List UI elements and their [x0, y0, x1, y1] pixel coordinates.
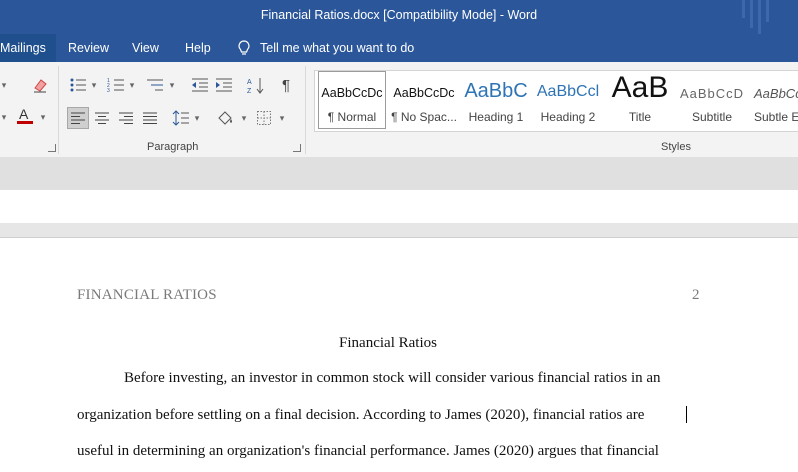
font-color-icon[interactable]: A [15, 106, 35, 126]
multilevel-list-icon[interactable] [145, 75, 165, 95]
shading-dropdown-icon[interactable]: ▾ [239, 108, 249, 128]
clear-formatting-icon[interactable] [30, 75, 50, 95]
style-sample: AaBbCc [754, 86, 798, 101]
increase-indent-icon[interactable] [214, 75, 234, 95]
lightbulb-icon [238, 40, 250, 55]
dropdown-arrow-icon[interactable]: ▾ [0, 75, 14, 95]
style-heading-2[interactable]: AaBbCcl Heading 2 [534, 71, 602, 129]
numbering-dropdown-icon[interactable]: ▾ [127, 75, 137, 95]
sort-icon[interactable]: AZ [246, 75, 266, 95]
document-page[interactable]: FINANCIAL RATIOS 2 Financial Ratios Befo… [0, 237, 798, 472]
title-decoration [758, 0, 761, 34]
style-name: Subtitle [691, 110, 733, 124]
title-decoration [766, 0, 769, 22]
window-title: Financial Ratios.docx [Compatibility Mod… [260, 8, 538, 22]
font-dialog-launcher-icon[interactable] [48, 144, 56, 152]
style-title[interactable]: AaB Title [605, 71, 675, 129]
group-separator [58, 66, 59, 154]
borders-dropdown-icon[interactable]: ▾ [277, 108, 287, 128]
style-no-spacing[interactable]: AaBbCcDc ¶ No Spac... [391, 71, 457, 129]
previous-page-bottom [0, 190, 798, 224]
ruler-area [0, 157, 798, 191]
body-line: useful in determining an organization's … [77, 443, 659, 459]
bullets-dropdown-icon[interactable]: ▾ [89, 75, 99, 95]
font-color-dropdown-icon[interactable]: ▾ [38, 107, 48, 127]
style-sample: AaB [611, 71, 669, 104]
tab-view[interactable]: View [122, 34, 169, 62]
style-sample: AaBbCcD [679, 86, 745, 101]
style-subtitle[interactable]: AaBbCcD Subtitle [678, 71, 746, 129]
running-head: FINANCIAL RATIOS [77, 287, 217, 303]
tab-help[interactable]: Help [175, 34, 221, 62]
line-spacing-dropdown-icon[interactable]: ▾ [192, 108, 202, 128]
style-normal[interactable]: AaBbCcDc ¶ Normal [318, 71, 386, 129]
align-right-icon[interactable] [116, 108, 136, 128]
paragraph-group-label: Paragraph [147, 141, 199, 153]
style-name: Heading 2 [540, 110, 596, 124]
svg-text:A: A [19, 106, 29, 122]
style-subtle-emphasis[interactable]: AaBbCc Subtle Em [750, 71, 798, 129]
svg-text:Z: Z [247, 88, 252, 94]
tab-mailings[interactable]: Mailings [0, 34, 56, 62]
show-formatting-marks-icon[interactable]: ¶ [276, 75, 296, 95]
page-gap [0, 223, 798, 237]
style-sample: AaBbC [464, 80, 528, 102]
style-name: ¶ No Spac... [391, 110, 457, 124]
paragraph-dialog-launcher-icon[interactable] [293, 144, 301, 152]
styles-group-label: Styles [661, 141, 691, 153]
styles-gallery: AaBbCcDc ¶ Normal AaBbCcDc ¶ No Spac... … [314, 70, 798, 132]
style-sample: AaBbCcDc [321, 86, 383, 100]
decrease-indent-icon[interactable] [190, 75, 210, 95]
style-sample: AaBbCcl [536, 83, 600, 100]
justify-icon[interactable] [140, 108, 160, 128]
style-name: Heading 1 [468, 110, 524, 124]
title-decoration [750, 0, 753, 28]
line-spacing-icon[interactable] [171, 108, 191, 128]
multilevel-dropdown-icon[interactable]: ▾ [167, 75, 177, 95]
shading-icon[interactable] [216, 108, 236, 128]
tell-me-label: Tell me what you want to do [260, 41, 415, 55]
style-sample: AaBbCcDc [393, 86, 455, 100]
style-name: Title [628, 110, 652, 124]
svg-text:3: 3 [107, 88, 110, 93]
body-line: organization before settling on a final … [77, 407, 645, 423]
body-line: Before investing, an investor in common … [124, 370, 661, 386]
title-bar: Financial Ratios.docx [Compatibility Mod… [0, 0, 798, 34]
style-heading-1[interactable]: AaBbC Heading 1 [462, 71, 530, 129]
page-number: 2 [692, 287, 700, 303]
borders-icon[interactable] [254, 108, 274, 128]
align-center-icon[interactable] [92, 108, 112, 128]
svg-text:A: A [247, 79, 252, 86]
ribbon-tabs: Mailings Review View Help Tell me what y… [0, 34, 798, 62]
style-name: Subtle Em [754, 110, 798, 124]
title-decoration [742, 0, 745, 18]
align-left-icon[interactable] [67, 107, 89, 129]
group-separator [305, 66, 306, 154]
tell-me-search[interactable]: Tell me what you want to do [238, 34, 414, 62]
bullets-icon[interactable] [68, 75, 88, 95]
text-cursor [686, 406, 687, 423]
document-title: Financial Ratios [339, 335, 437, 351]
tab-review[interactable]: Review [58, 34, 119, 62]
numbering-icon[interactable]: 123 [106, 75, 126, 95]
style-name: ¶ Normal [327, 110, 377, 124]
dropdown-arrow-icon[interactable]: ▾ [0, 107, 14, 127]
ribbon: ▾ ▾ A ▾ ▾ 123 ▾ ▾ AZ ¶ ▾ ▾ ▾ Paragraph A… [0, 62, 798, 158]
